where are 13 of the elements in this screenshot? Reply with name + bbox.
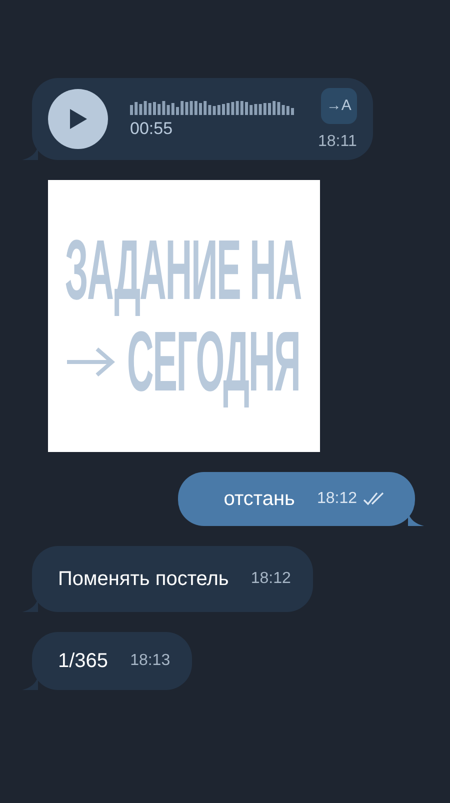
voice-duration: 00:55 <box>130 119 174 139</box>
transcribe-button[interactable]: →A <box>320 88 357 124</box>
message-text: Поменять постель <box>58 568 229 590</box>
waveform-icon <box>130 99 296 115</box>
play-icon <box>68 108 88 130</box>
message-text: 1/365 <box>58 650 108 672</box>
image-caption-text: ЗАДАНИЕ НА <box>65 228 302 314</box>
message-time: 18:12 <box>316 490 357 508</box>
message-time: 18:12 <box>250 570 291 588</box>
message-time: 18:11 <box>318 132 357 150</box>
arrow-icon <box>65 346 115 376</box>
message-text: отстань <box>224 488 295 510</box>
message-time: 18:13 <box>130 652 170 670</box>
